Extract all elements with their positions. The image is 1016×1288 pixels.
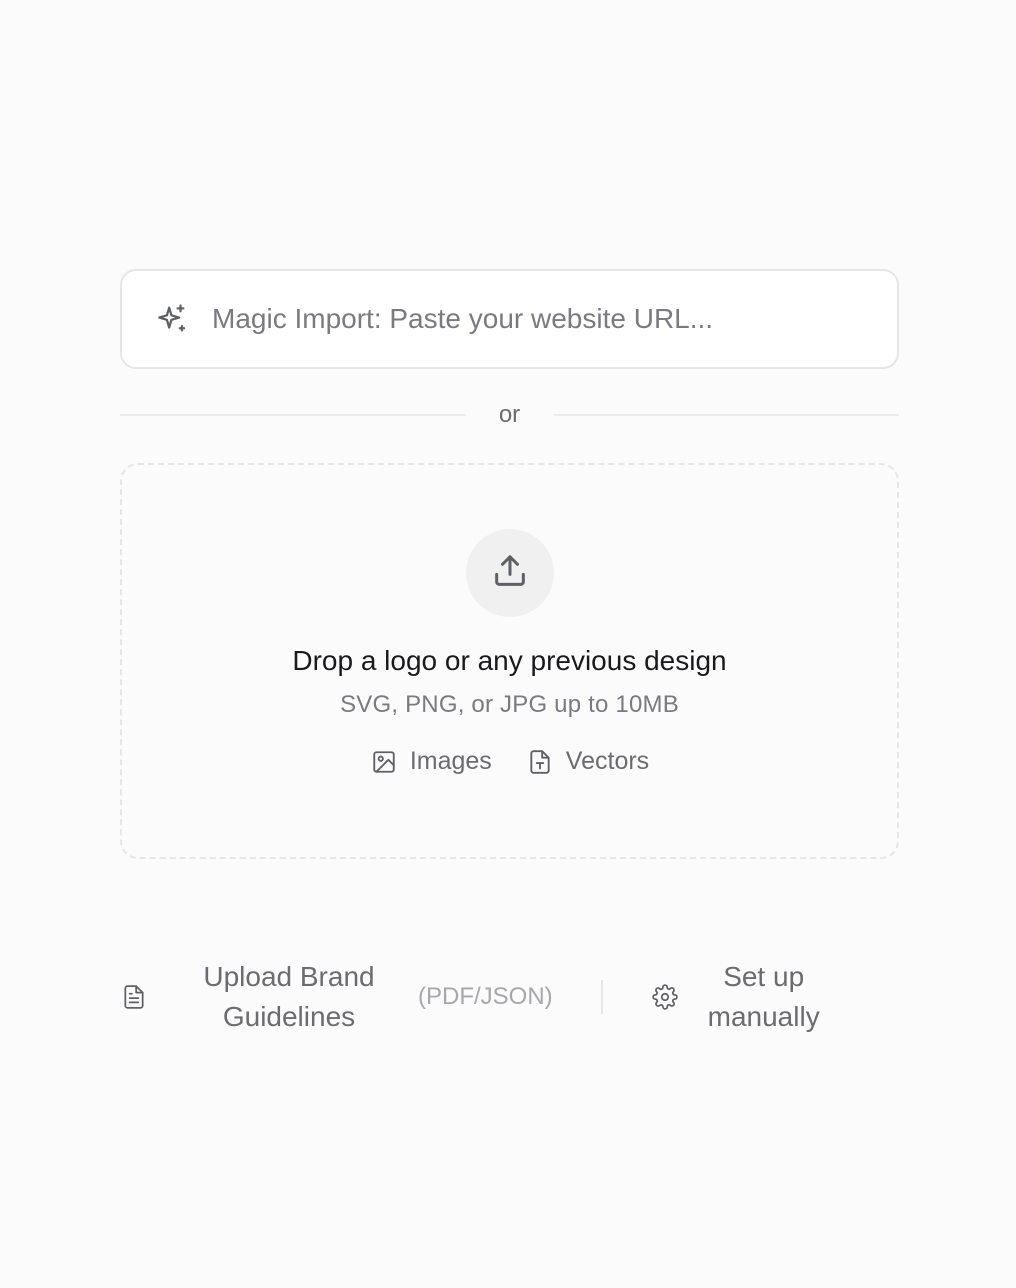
upload-brand-guidelines-label: Upload Brand Guidelines [203, 961, 375, 1032]
guidelines-format-hint: (PDF/JSON) [418, 983, 553, 1010]
secondary-actions: Upload Brand Guidelines (PDF/JSON) Set u… [120, 955, 899, 1039]
upload-icon [490, 551, 530, 596]
divider-line-left [120, 414, 466, 416]
file-type-label: Vectors [565, 747, 650, 775]
upload-brand-guidelines-button[interactable]: Upload Brand Guidelines (PDF/JSON) [120, 957, 553, 1037]
file-type-images: Images [370, 747, 492, 776]
magic-import-box[interactable] [120, 269, 899, 369]
file-text-icon [526, 748, 554, 776]
image-icon [370, 748, 398, 776]
or-divider: or [120, 399, 899, 431]
divider-line-right [553, 414, 899, 416]
dropzone-title: Drop a logo or any previous design [292, 645, 727, 676]
document-icon [120, 983, 148, 1011]
divider-label: or [498, 401, 521, 428]
onboarding-panel: or Drop a logo or any previous design SV… [120, 269, 899, 859]
file-type-list: Images Vectors [370, 747, 649, 776]
file-dropzone[interactable]: Drop a logo or any previous design SVG, … [120, 463, 899, 859]
file-type-vectors: Vectors [526, 747, 649, 776]
magic-import-url-input[interactable] [212, 303, 872, 335]
gear-icon [651, 983, 679, 1011]
dropzone-subtitle: SVG, PNG, or JPG up to 10MB [340, 691, 679, 718]
sparkles-icon [154, 301, 190, 337]
file-type-label: Images [409, 747, 492, 775]
set-up-manually-label: Set up manually [707, 961, 820, 1032]
set-up-manually-button[interactable]: Set up manually [651, 957, 829, 1037]
upload-button[interactable] [465, 529, 554, 617]
footer-separator [600, 980, 603, 1014]
